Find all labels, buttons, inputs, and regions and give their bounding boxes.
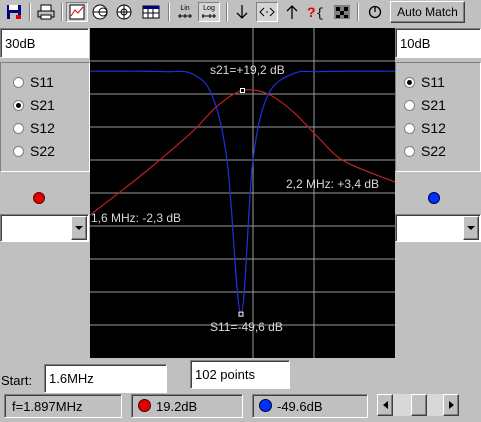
status-frequency: f=1.897MHz bbox=[12, 398, 83, 414]
reset-icon[interactable] bbox=[364, 2, 386, 22]
svg-text:?: ? bbox=[307, 4, 316, 20]
scroll-thumb[interactable] bbox=[411, 394, 427, 416]
scroll-left-icon[interactable] bbox=[377, 394, 393, 416]
radio-button[interactable] bbox=[404, 145, 415, 157]
left-radio-s22[interactable]: S22 bbox=[13, 143, 55, 159]
right-dropdown[interactable] bbox=[395, 214, 481, 242]
radio-button-selected[interactable] bbox=[13, 99, 24, 111]
s11-min-label: S11=-49,6 dB bbox=[210, 320, 283, 334]
start-frequency-input[interactable]: 1.6MHz bbox=[44, 364, 167, 393]
right-radio-s22[interactable]: S22 bbox=[404, 143, 446, 159]
print-icon[interactable] bbox=[35, 2, 57, 22]
scroll-right-icon[interactable] bbox=[443, 394, 459, 416]
s21-peak-label: s21=+19,2 dB bbox=[210, 63, 285, 77]
radio-label: S11 bbox=[30, 74, 54, 90]
lin-scale-icon[interactable]: Lin bbox=[174, 2, 196, 22]
chart-area[interactable]: s21=+19,2 dB S11=-49,6 dB 1,6 MHz: -2,3 … bbox=[90, 28, 395, 358]
radio-label: S21 bbox=[421, 97, 446, 113]
save-icon[interactable] bbox=[3, 2, 25, 22]
smith-chart-icon[interactable] bbox=[89, 2, 111, 22]
radio-button[interactable] bbox=[404, 99, 415, 111]
left-radio-s11[interactable]: S11 bbox=[13, 74, 54, 90]
s21-peak-marker[interactable] bbox=[240, 88, 245, 93]
radio-button-selected[interactable] bbox=[404, 76, 415, 88]
auto-match-button[interactable]: Auto Match bbox=[390, 1, 465, 23]
help-icon[interactable]: ?{ bbox=[305, 2, 327, 22]
right-radio-s12[interactable]: S12 bbox=[404, 120, 446, 136]
radio-label: S22 bbox=[421, 143, 446, 159]
radio-label: S12 bbox=[421, 120, 446, 136]
right-radio-s11[interactable]: S11 bbox=[404, 74, 445, 90]
marker-down-icon[interactable] bbox=[231, 2, 253, 22]
start-label: Start: bbox=[1, 373, 33, 388]
right-scale-field[interactable]: 10dB bbox=[395, 28, 481, 58]
polar-chart-icon[interactable] bbox=[113, 2, 135, 22]
settings-icon[interactable] bbox=[331, 2, 353, 22]
status-s11-value: -49.6dB bbox=[277, 398, 323, 414]
table-view-icon[interactable] bbox=[140, 2, 162, 22]
rectangular-view-icon[interactable] bbox=[66, 2, 88, 22]
radio-button[interactable] bbox=[13, 76, 24, 88]
log-scale-icon[interactable]: Log bbox=[198, 2, 220, 22]
chevron-down-icon[interactable] bbox=[463, 216, 479, 240]
left-sparam-group: S11 S21 S12 S22 bbox=[0, 62, 90, 172]
points-input[interactable]: 102 points bbox=[190, 360, 290, 389]
radio-label: S12 bbox=[30, 120, 55, 136]
radio-label: S22 bbox=[30, 143, 55, 159]
left-trace-color-dot bbox=[33, 192, 45, 204]
radio-button[interactable] bbox=[13, 122, 24, 134]
lin-label: Lin bbox=[180, 5, 190, 12]
left-dropdown[interactable] bbox=[0, 214, 89, 242]
status-s21-value: 19.2dB bbox=[156, 398, 198, 414]
right-trace-color-dot bbox=[428, 192, 440, 204]
left-scale-field[interactable]: 30dB bbox=[0, 28, 89, 58]
left-edge-label: 1,6 MHz: -2,3 dB bbox=[91, 211, 181, 225]
radio-label: S11 bbox=[421, 74, 445, 90]
left-radio-s12[interactable]: S12 bbox=[13, 120, 55, 136]
s11-min-marker[interactable] bbox=[238, 311, 244, 317]
radio-button[interactable] bbox=[404, 122, 415, 134]
radio-label: S21 bbox=[30, 97, 55, 113]
zoom-icon[interactable] bbox=[256, 2, 278, 22]
radio-button[interactable] bbox=[13, 145, 24, 157]
right-sparam-group: S11 S21 S12 S22 bbox=[395, 62, 481, 172]
horizontal-scrollbar[interactable] bbox=[377, 394, 459, 416]
log-label: Log bbox=[203, 5, 215, 12]
svg-text:{: { bbox=[316, 6, 324, 20]
toolbar: Lin Log ?{ Auto Match bbox=[0, 0, 481, 24]
marker-up-icon[interactable] bbox=[281, 2, 303, 22]
chevron-down-icon[interactable] bbox=[71, 216, 87, 240]
right-edge-label: 2,2 MHz: +3,4 dB bbox=[286, 177, 379, 191]
left-radio-s21[interactable]: S21 bbox=[13, 97, 55, 113]
right-radio-s21[interactable]: S21 bbox=[404, 97, 446, 113]
